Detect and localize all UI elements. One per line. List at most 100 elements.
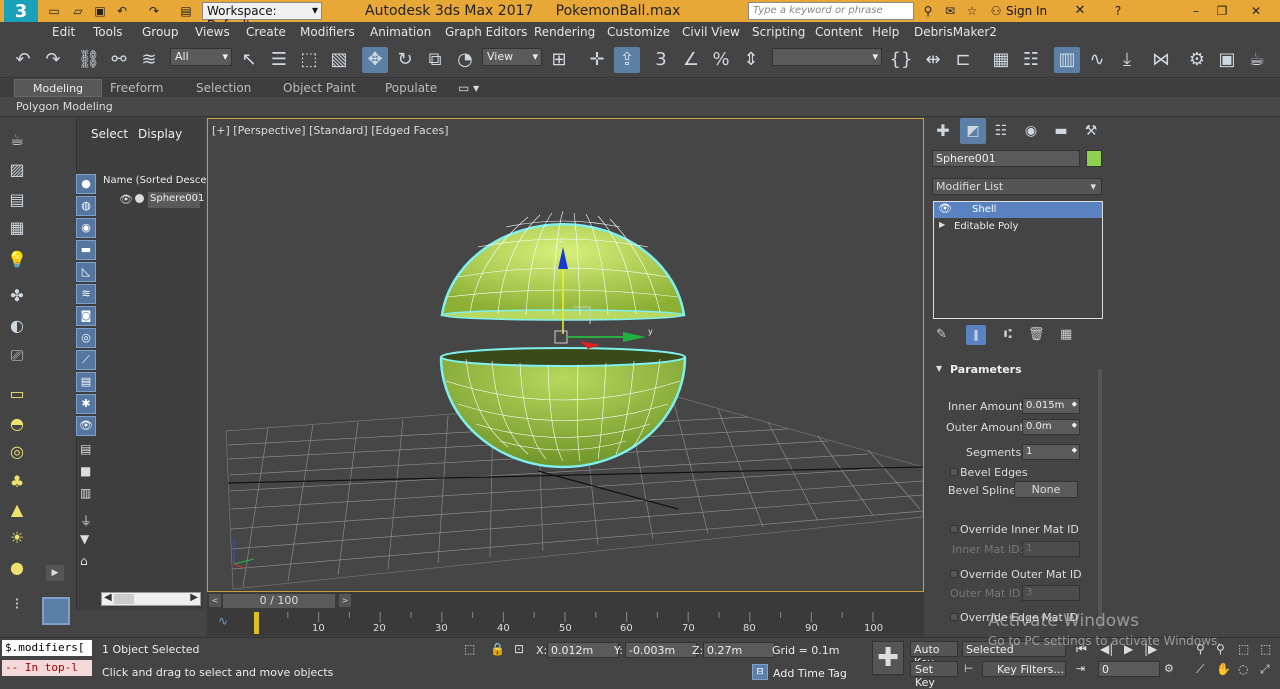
walk-icon[interactable]: ✤ — [4, 283, 30, 309]
modifier-stack[interactable]: 👁 Shell ▶ Editable Poly — [933, 201, 1103, 319]
help-icon[interactable]: ? — [1110, 3, 1126, 19]
square-icon[interactable]: ■ — [80, 464, 91, 478]
display-bones-icon[interactable]: ⟋ — [76, 350, 96, 370]
utilities-tab-icon[interactable]: ⚒ — [1078, 118, 1104, 144]
binoculars-icon[interactable]: ⚲ — [920, 3, 936, 19]
communication-icon[interactable]: ✉ — [942, 3, 958, 19]
override-edge-checkbox[interactable] — [950, 613, 958, 621]
auto-key-button[interactable]: Auto Key — [910, 641, 958, 669]
window-crossing-icon[interactable]: ▧ — [326, 47, 352, 73]
menu-content[interactable]: Content — [815, 25, 863, 39]
ribbon-toggle-icon[interactable]: ▥ — [1054, 47, 1080, 73]
tab-populate[interactable]: Populate — [385, 81, 437, 95]
lock-selection-icon[interactable]: 🔒 — [490, 642, 505, 656]
expand-icon[interactable]: ▶ — [939, 220, 945, 229]
grid-icon[interactable]: ▦ — [4, 215, 30, 241]
display-tab-icon[interactable]: ▬ — [1048, 118, 1074, 144]
project-folder-icon[interactable]: ▤ — [178, 3, 194, 19]
override-inner-checkbox[interactable] — [950, 525, 958, 533]
scene-explorer-icon[interactable]: ▦ — [988, 47, 1014, 73]
redo-icon[interactable]: ↷ — [40, 47, 66, 73]
field-of-view-icon[interactable]: ⟋ — [1196, 662, 1204, 677]
foliage-icon[interactable]: ♣ — [4, 469, 30, 495]
display-spacewarps-icon[interactable]: ≋ — [76, 284, 96, 304]
rect-selection-icon[interactable]: ⬚ — [296, 47, 322, 73]
hierarchy-tab-icon[interactable]: ☷ — [988, 118, 1014, 144]
sphere-icon[interactable]: ● — [4, 555, 30, 581]
key-filters-button[interactable]: Key Filters... — [982, 661, 1066, 677]
percent-snap-icon[interactable]: % — [708, 47, 734, 73]
display-frozen-icon[interactable]: 👁 — [76, 416, 96, 436]
expand-arrow-icon[interactable]: ▶ — [46, 565, 64, 581]
display-shapes-icon[interactable]: ◍ — [76, 196, 96, 216]
menu-debrismaker[interactable]: DebrisMaker2 — [914, 25, 997, 39]
horizontal-scrollbar[interactable]: ◀ ▶ — [101, 592, 201, 606]
display-particles-icon[interactable]: ✱ — [76, 394, 96, 414]
doc-icon[interactable]: ▥ — [80, 486, 91, 500]
menu-scripting[interactable]: Scripting — [752, 25, 805, 39]
manipulate-icon[interactable]: ✛ — [584, 47, 610, 73]
tab-display[interactable]: Display — [138, 127, 182, 141]
tab-modeling[interactable]: Modeling — [14, 79, 102, 97]
hemisphere-icon[interactable]: ◓ — [4, 411, 30, 437]
redo-icon[interactable]: ↷ — [146, 3, 162, 19]
display-helpers-icon[interactable]: ◺ — [76, 262, 96, 282]
align-icon[interactable]: ⊏ — [950, 47, 976, 73]
inner-amount-spinner[interactable]: 0.015m ◆ — [1022, 398, 1080, 414]
undo-icon[interactable]: ↶ — [114, 3, 130, 19]
save-icon[interactable]: ▣ — [92, 3, 108, 19]
selection-filter-dropdown[interactable]: All ▾ — [170, 48, 232, 66]
zoom-extents-icon[interactable]: ⬚ — [1238, 642, 1249, 656]
display-xrefs-icon[interactable]: ◎ — [76, 328, 96, 348]
bevel-edges-checkbox[interactable] — [950, 468, 958, 476]
torus-icon[interactable]: ◎ — [4, 439, 30, 465]
perspective-viewport[interactable]: [+] [Perspective] [Standard] [Edged Face… — [207, 118, 924, 592]
select-by-name-icon[interactable]: ☰ — [266, 47, 292, 73]
key-mode-toggle-icon[interactable]: ⇥ — [1076, 662, 1085, 675]
render-setup-icon[interactable]: ⚙ — [1184, 47, 1210, 73]
zoom-extents-all-icon[interactable]: ⬚ — [1260, 642, 1271, 656]
list-item[interactable]: Sphere001 — [148, 192, 204, 208]
material-editor-icon[interactable]: ⋈ — [1148, 47, 1174, 73]
maxscript-listener-input[interactable]: $.modifiers[ — [2, 640, 92, 656]
maxscript-listener-output[interactable]: -- In top-l — [2, 660, 92, 676]
camera-icon[interactable]: ⎚ — [4, 343, 30, 369]
menu-help[interactable]: Help — [872, 25, 899, 39]
angle-snap-icon[interactable]: ∠ — [678, 47, 704, 73]
teapot-icon[interactable]: ☕ — [4, 127, 30, 153]
close-icon[interactable]: ✕ — [1248, 3, 1264, 19]
snaps-toggle-icon[interactable]: 3 — [648, 47, 674, 73]
menu-modifiers[interactable]: Modifiers — [300, 25, 355, 39]
select-and-move-icon[interactable]: ✥ — [362, 47, 388, 73]
mirror-icon[interactable]: ⇹ — [920, 47, 946, 73]
restore-icon[interactable]: ❐ — [1214, 3, 1230, 19]
pivot-center-icon[interactable]: ⊞ — [546, 47, 572, 73]
time-config-icon[interactable]: ⚙ — [1164, 662, 1174, 675]
key-tangent-icon[interactable]: ⊢ — [964, 662, 974, 675]
menu-tools[interactable]: Tools — [93, 25, 123, 39]
search-input[interactable]: Type a keyword or phrase — [748, 2, 914, 20]
rendered-frame-window-icon[interactable]: ▣ — [1214, 47, 1240, 73]
inner-mat-spinner[interactable]: 1 — [1022, 541, 1080, 557]
menu-animation[interactable]: Animation — [370, 25, 431, 39]
stack-item-editable-poly[interactable]: ▶ Editable Poly — [934, 219, 1102, 235]
tab-object-paint[interactable]: Object Paint — [283, 81, 356, 95]
minimize-icon[interactable]: – — [1188, 3, 1204, 19]
bind-space-warp-icon[interactable]: ≋ — [136, 47, 162, 73]
link-icon[interactable]: ⛓ — [76, 47, 102, 73]
tab-select[interactable]: Select — [91, 127, 128, 141]
orbit-icon[interactable]: ◌ — [1238, 662, 1248, 676]
menu-customize[interactable]: Customize — [607, 25, 670, 39]
select-and-scale-icon[interactable]: ⧉ — [422, 47, 448, 73]
keyboard-shortcut-override-icon[interactable]: ⇪ — [614, 47, 640, 73]
x-coordinate-field[interactable]: 0.012m — [547, 642, 619, 658]
bag-icon[interactable]: ⌂ — [80, 554, 88, 568]
tab-selection[interactable]: Selection — [196, 81, 251, 95]
y-coordinate-field[interactable]: -0.003m — [625, 642, 697, 658]
menu-edit[interactable]: Edit — [52, 25, 75, 39]
absolute-mode-icon[interactable]: ⊡ — [514, 642, 524, 656]
remove-modifier-icon[interactable]: 🗑 — [1028, 327, 1045, 342]
picture-icon[interactable]: ▨ — [4, 157, 30, 183]
display-groups-icon[interactable]: ◙ — [76, 306, 96, 326]
edit-named-selection-icon[interactable]: {} — [888, 47, 914, 73]
